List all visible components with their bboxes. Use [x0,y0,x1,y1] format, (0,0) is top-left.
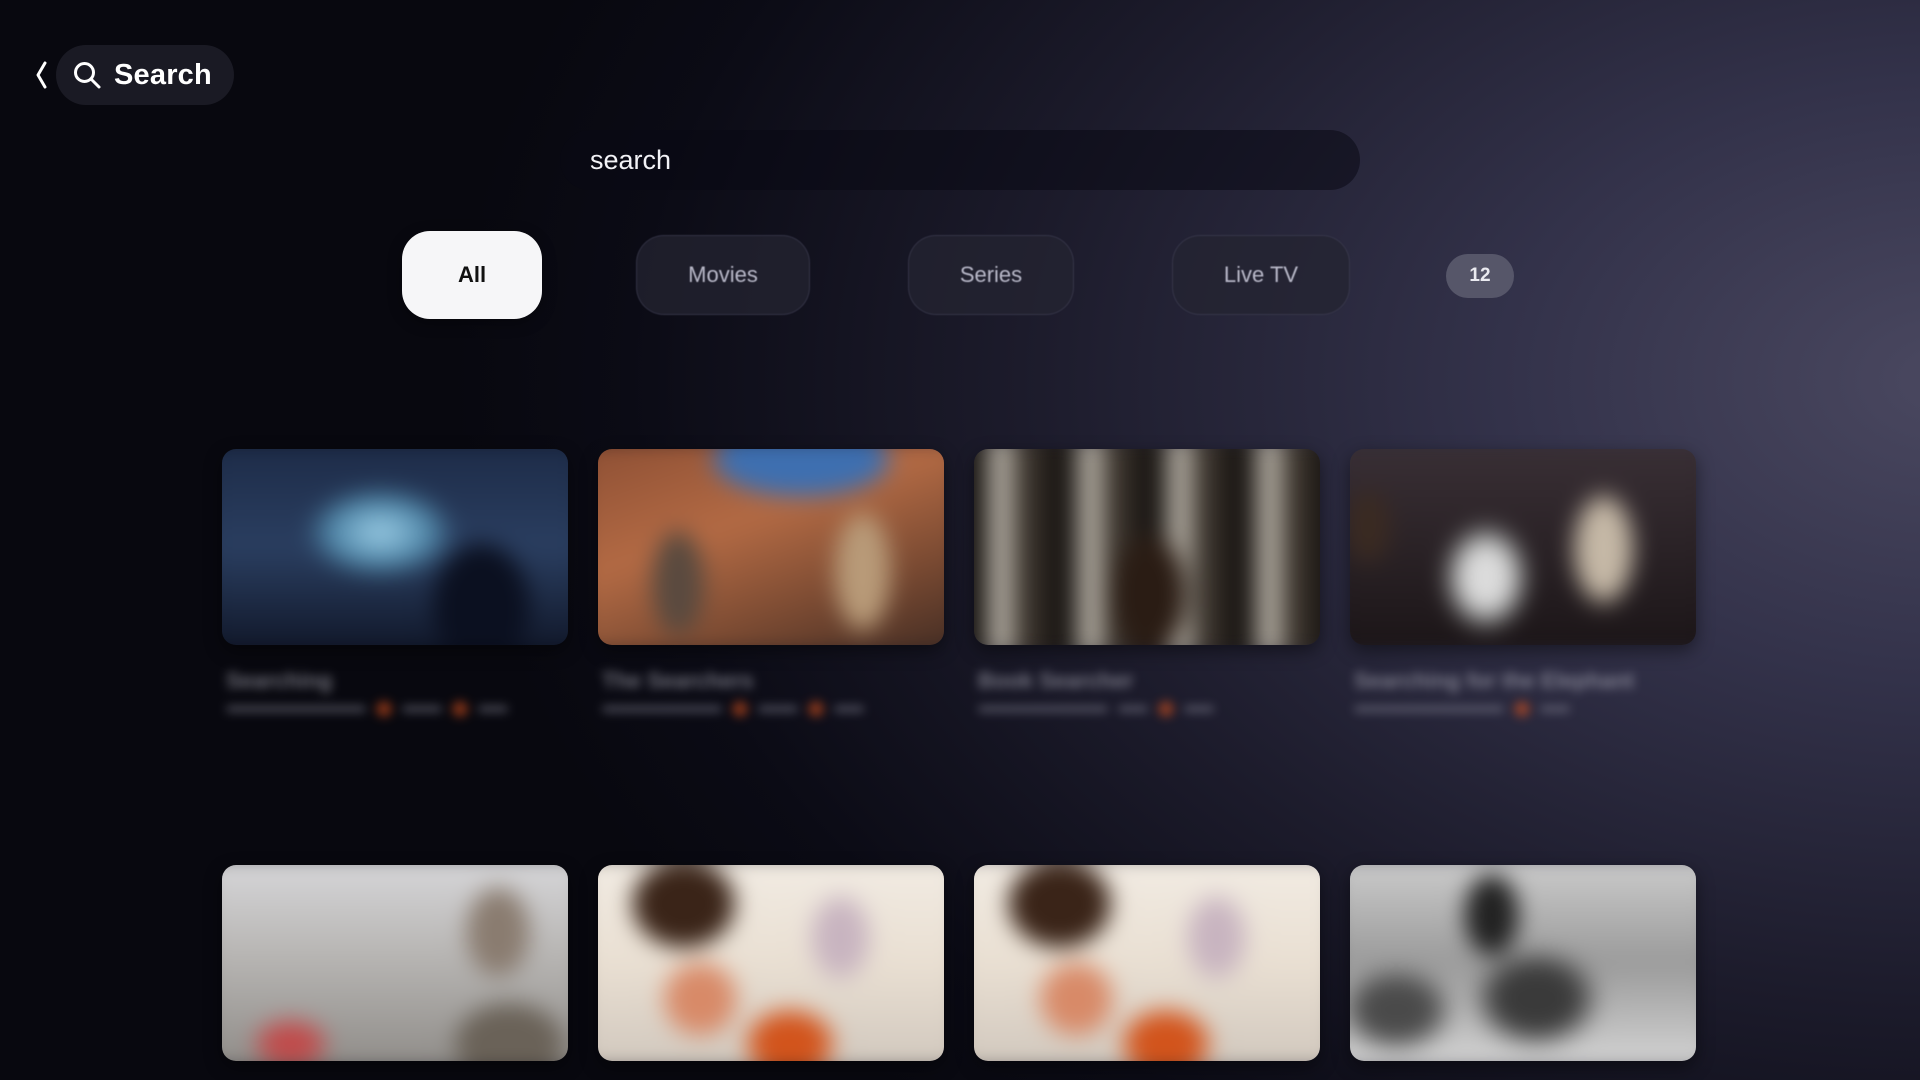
result-card[interactable] [598,865,944,1061]
result-count-badge: 12 [1446,254,1514,298]
search-header-pill[interactable]: Search [56,45,234,105]
result-card[interactable] [222,865,568,1061]
result-card[interactable] [598,449,944,645]
rating-icon [376,701,392,717]
result-meta: Searching for the Elephant [1354,668,1700,717]
result-title: Book Searcher [978,668,1134,693]
result-thumbnail [1350,449,1696,645]
rating-icon [732,701,748,717]
result-card[interactable] [222,449,568,645]
result-title: Searching for the Elephant [1354,668,1634,693]
page-title: Search [114,58,212,91]
result-meta: Book Searcher [978,668,1324,717]
result-title: Searching [226,668,333,693]
result-card[interactable] [974,865,1320,1061]
result-thumbnail [1350,865,1696,1061]
tab-movies[interactable]: Movies [636,235,810,315]
result-card[interactable] [974,449,1320,645]
search-icon [72,60,102,90]
chevron-left-icon[interactable] [30,55,52,95]
result-thumbnail [222,449,568,645]
rating-icon [452,701,468,717]
result-meta: The Searchers [602,668,948,717]
result-meta: Searching [226,668,572,717]
rating-icon [808,701,824,717]
tab-live-tv[interactable]: Live TV [1172,235,1350,315]
header: Search [30,45,234,105]
result-thumbnail [974,865,1320,1061]
result-thumbnail [598,449,944,645]
tab-series[interactable]: Series [908,235,1074,315]
result-title: The Searchers [602,668,754,693]
tab-all[interactable]: All [402,231,542,319]
result-card[interactable] [1350,865,1696,1061]
result-card[interactable] [1350,449,1696,645]
rating-icon [1514,701,1530,717]
result-thumbnail [222,865,568,1061]
search-input[interactable]: search [560,130,1360,190]
rating-icon [1158,701,1174,717]
result-thumbnail [974,449,1320,645]
result-thumbnail [598,865,944,1061]
